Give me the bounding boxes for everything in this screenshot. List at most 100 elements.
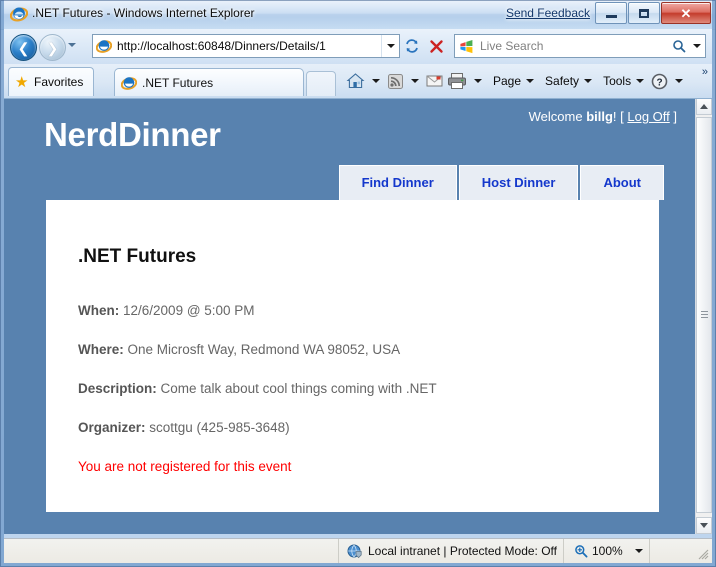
maximize-button[interactable] [628,2,660,24]
search-input[interactable]: Live Search [480,39,669,53]
scroll-down-button[interactable] [696,517,712,534]
window-title: .NET Futures - Windows Internet Explorer [32,6,255,20]
security-zone[interactable]: Local intranet | Protected Mode: Off [339,538,564,564]
detail-where: Where: One Microsft Way, Redmond WA 9805… [78,342,400,357]
nav-host-dinner[interactable]: Host Dinner [458,165,579,200]
chevron-down-icon [386,44,395,48]
status-bar: Local intranet | Protected Mode: Off 100… [4,538,712,564]
command-bar-tools: Page Safety Tools ? [344,64,688,98]
send-feedback-link[interactable]: Send Feedback [506,6,590,20]
close-icon: ✕ [680,5,692,21]
address-url: http://localhost:60848/Dinners/Details/1 [117,39,326,53]
maximize-icon [639,8,649,18]
page-title: .NET Futures [78,246,197,267]
feeds-dropdown-button[interactable] [411,79,419,83]
home-button[interactable] [344,64,367,98]
forward-arrow-icon: ❯ [46,39,59,56]
vertical-scrollbar[interactable] [695,98,712,534]
command-bar: ★ Favorites .NET Futures Page Safety Too… [4,64,712,99]
welcome-prefix: Welcome [528,109,587,124]
print-dropdown-button[interactable] [474,79,482,83]
tools-menu-button[interactable]: Tools [597,74,631,88]
zoom-control[interactable]: 100% [564,538,650,564]
internet-explorer-icon [10,7,28,22]
security-zone-label: Local intranet | Protected Mode: Off [368,544,557,558]
magnifier-icon [575,545,588,558]
organizer-label: Organizer: [78,420,146,435]
zoom-level: 100% [592,544,623,558]
description-label: Description: [78,381,157,396]
welcome-username: billg [586,109,613,124]
page-dropdown-icon[interactable] [526,79,535,83]
close-icon [429,39,443,53]
detail-description: Description: Come talk about cool things… [78,381,437,396]
forward-button[interactable]: ❯ [39,34,66,61]
scroll-up-button[interactable] [696,98,712,115]
scrollbar-thumb[interactable] [696,117,712,513]
back-arrow-icon: ❮ [17,39,30,56]
close-button[interactable]: ✕ [661,2,711,24]
safety-dropdown-icon[interactable] [584,79,593,83]
zoom-dropdown-icon[interactable] [634,549,643,553]
help-icon: ? [651,73,668,89]
star-icon: ★ [15,73,29,91]
search-bar[interactable]: Live Search [454,34,706,58]
home-dropdown-button[interactable] [372,79,380,83]
address-dropdown-button[interactable] [381,35,399,57]
welcome-tail: ] [669,109,677,124]
chevron-up-icon [700,104,708,109]
home-icon [346,73,365,89]
svg-text:?: ? [657,77,663,88]
registration-status: You are not registered for this event [78,459,292,474]
description-value: Come talk about cool things coming with … [160,381,437,396]
window-controls: ✕ [595,2,711,24]
detail-organizer: Organizer: scottgu (425-985-3648) [78,420,290,435]
nerddinner-page: Welcome billg! [ Log Off ] NerdDinner Fi… [4,98,695,534]
when-label: When: [78,303,120,318]
tab-title: .NET Futures [142,75,214,90]
refresh-icon [406,39,418,53]
feeds-button[interactable] [385,64,406,98]
minimize-button[interactable] [595,2,627,24]
content-panel: .NET Futures When: 12/6/2009 @ 5:00 PM W… [46,200,659,512]
favorites-button[interactable]: ★ Favorites [8,67,95,96]
nav-find-dinner[interactable]: Find Dinner [338,165,457,200]
chevron-down-icon [700,523,708,528]
navigation-bar: ❮ ❯ http://localhost:60848/Dinners/Detai… [4,29,712,64]
internet-explorer-icon [121,76,137,90]
refresh-button[interactable] [400,34,424,58]
where-label: Where: [78,342,124,357]
tools-dropdown-icon[interactable] [636,79,645,83]
safety-menu-button[interactable]: Safety [539,74,579,88]
read-mail-button[interactable] [424,64,445,98]
detail-when: When: 12/6/2009 @ 5:00 PM [78,303,255,318]
resize-grip-icon[interactable] [697,548,709,560]
favorites-label: Favorites [34,75,84,89]
search-button[interactable] [669,39,689,53]
browser-window: .NET Futures - Windows Internet Explorer… [0,0,716,567]
back-button[interactable]: ❮ [10,34,37,61]
title-bar: .NET Futures - Windows Internet Explorer… [0,0,716,30]
print-button[interactable] [445,64,469,98]
internet-explorer-icon [96,40,112,53]
log-off-link[interactable]: Log Off [627,109,669,124]
main-nav-menu: Find Dinner Host Dinner About [338,165,664,200]
address-bar[interactable]: http://localhost:60848/Dinners/Details/1 [92,34,400,58]
mail-icon [426,75,443,87]
toolbar-overflow-button[interactable]: » [702,66,708,78]
page-menu-button[interactable]: Page [487,74,521,88]
welcome-banner: Welcome billg! [ Log Off ] [529,109,677,124]
help-dropdown-icon[interactable] [675,79,684,83]
new-tab-button[interactable] [306,71,336,96]
recent-pages-dropdown[interactable] [68,43,76,47]
search-dropdown-button[interactable] [689,44,705,48]
browser-tab[interactable]: .NET Futures [114,68,304,96]
stop-button[interactable] [424,34,448,58]
when-value: 12/6/2009 @ 5:00 PM [123,303,255,318]
site-logo[interactable]: NerdDinner [44,116,221,154]
help-button[interactable]: ? [649,64,670,98]
organizer-value: scottgu (425-985-3648) [149,420,290,435]
welcome-suffix: ! [ [612,109,628,124]
nav-about[interactable]: About [580,165,664,200]
scrollbar-grip-icon [701,311,708,319]
